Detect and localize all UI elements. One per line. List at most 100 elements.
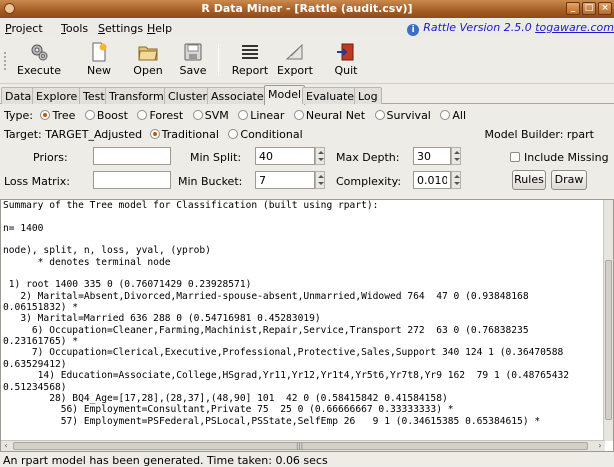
radio-dot — [374, 110, 385, 120]
execute-button[interactable]: Execute — [14, 40, 64, 82]
include-missing-checkbox[interactable]: Include Missing — [510, 151, 609, 164]
scroll-grip-icon: ||| — [296, 442, 304, 450]
new-button[interactable]: New — [80, 40, 118, 82]
info-icon: i — [407, 24, 420, 36]
new-document-icon — [92, 42, 107, 62]
scroll-right-icon[interactable]: › — [595, 441, 605, 451]
open-folder-icon — [138, 46, 158, 61]
radio-tree[interactable]: Tree — [40, 109, 75, 122]
toolbar-separator — [218, 44, 219, 76]
radio-neural-net[interactable]: Neural Net — [293, 109, 365, 122]
max-depth-spinner[interactable] — [451, 147, 461, 165]
toolbar-grip — [4, 52, 6, 70]
report-icon — [242, 45, 258, 59]
radio-dot — [137, 110, 148, 120]
tab-evaluate[interactable]: Evaluate — [302, 87, 359, 104]
complexity-label: Complexity: — [336, 175, 402, 188]
execute-icon — [31, 44, 48, 61]
model-summary-text: Summary of the Tree model for Classifica… — [3, 200, 570, 427]
new-label: New — [87, 64, 111, 77]
type-label: Type: — [4, 109, 33, 122]
checkbox-box — [510, 152, 520, 162]
menu-project[interactable]: Project — [5, 22, 43, 35]
report-button[interactable]: Report — [228, 40, 272, 82]
radio-all[interactable]: All — [440, 109, 466, 122]
loss-matrix-input[interactable] — [93, 171, 171, 189]
scroll-thumb[interactable] — [605, 260, 612, 420]
radio-dot — [192, 110, 203, 120]
execute-label: Execute — [17, 64, 61, 77]
radio-boost[interactable]: Boost — [84, 109, 128, 122]
version-info: i Rattle Version 2.5.0 togaware.com — [407, 21, 614, 36]
priors-input[interactable] — [93, 147, 171, 165]
notebook-tabs: Data Explore Test Transform Cluster Asso… — [0, 85, 614, 105]
target-row: Target: TARGET_Adjusted Traditional Cond… — [4, 128, 610, 146]
max-depth-input[interactable] — [413, 147, 451, 165]
radio-dot — [440, 110, 451, 120]
radio-conditional[interactable]: Conditional — [228, 128, 303, 141]
radio-linear[interactable]: Linear — [238, 109, 284, 122]
save-button[interactable]: Save — [176, 40, 210, 82]
togaware-link[interactable]: togaware.com — [535, 21, 614, 34]
min-split-spinner[interactable] — [315, 147, 325, 165]
menu-bar: Project Tools Settings Help i Rattle Vers… — [0, 18, 614, 38]
max-depth-label: Max Depth: — [336, 151, 400, 164]
min-bucket-label: Min Bucket: — [178, 175, 243, 188]
rattle-window: R Data Miner - [Rattle (audit.csv)] _ □ … — [0, 0, 614, 467]
rules-button[interactable]: Rules — [512, 170, 546, 190]
tab-transform[interactable]: Transform — [105, 87, 168, 104]
close-button[interactable]: × — [598, 2, 612, 15]
loss-matrix-label: Loss Matrix: — [4, 175, 70, 188]
radio-dot — [293, 110, 304, 120]
open-label: Open — [133, 64, 163, 77]
menu-settings[interactable]: Settings — [98, 22, 143, 35]
radio-dot — [149, 129, 160, 139]
tab-model[interactable]: Model — [264, 85, 306, 105]
model-builder-label: Model Builder: rpart — [484, 128, 594, 141]
radio-survival[interactable]: Survival — [374, 109, 431, 122]
radio-svm[interactable]: SVM — [192, 109, 229, 122]
report-label: Report — [231, 64, 269, 77]
min-bucket-input[interactable] — [255, 171, 315, 189]
export-label: Export — [276, 64, 313, 77]
min-bucket-spinner[interactable] — [315, 171, 325, 189]
tab-data[interactable]: Data — [1, 87, 36, 104]
open-button[interactable]: Open — [128, 40, 168, 82]
tab-explore[interactable]: Explore — [32, 87, 82, 104]
model-type-row: Type: Tree Boost Forest SVM Linear Neura… — [4, 109, 466, 127]
tab-log[interactable]: Log — [354, 87, 382, 104]
window-title: R Data Miner - [Rattle (audit.csv)] — [201, 2, 413, 15]
menu-help[interactable]: Help — [147, 22, 172, 35]
quit-label: Quit — [334, 64, 358, 77]
save-label: Save — [179, 64, 207, 77]
tab-cluster[interactable]: Cluster — [164, 87, 212, 104]
export-button[interactable]: Export — [275, 40, 315, 82]
horizontal-scrollbar[interactable]: ‹ ||| › — [1, 440, 605, 451]
radio-traditional[interactable]: Traditional — [149, 128, 219, 141]
min-split-label: Min Split: — [190, 151, 242, 164]
radio-dot — [228, 129, 239, 139]
menu-tools[interactable]: Tools — [61, 22, 88, 35]
radio-dot — [40, 110, 51, 120]
title-bar: R Data Miner - [Rattle (audit.csv)] _ □ … — [0, 0, 614, 18]
vertical-scrollbar[interactable] — [603, 200, 613, 441]
radio-dot — [84, 110, 95, 120]
min-split-input[interactable] — [255, 147, 315, 165]
quit-button[interactable]: Quit — [330, 40, 362, 82]
export-icon — [285, 43, 303, 60]
complexity-spinner[interactable] — [451, 171, 461, 189]
save-disk-icon — [184, 43, 202, 61]
scroll-left-icon[interactable]: ‹ — [1, 441, 11, 451]
priors-label: Priors: — [33, 151, 68, 164]
complexity-input[interactable] — [413, 171, 451, 189]
draw-button[interactable]: Draw — [551, 170, 587, 190]
maximize-button[interactable]: □ — [582, 2, 596, 15]
version-text: Rattle Version 2.5.0 — [423, 21, 536, 34]
minimize-button[interactable]: _ — [566, 2, 580, 15]
target-label: Target: TARGET_Adjusted — [4, 128, 143, 141]
radio-forest[interactable]: Forest — [137, 109, 183, 122]
radio-dot — [238, 110, 249, 120]
model-output-textview[interactable]: Summary of the Tree model for Classifica… — [0, 199, 614, 452]
tab-associate[interactable]: Associate — [207, 87, 268, 104]
status-bar: An rpart model has been generated. Time … — [3, 454, 328, 467]
